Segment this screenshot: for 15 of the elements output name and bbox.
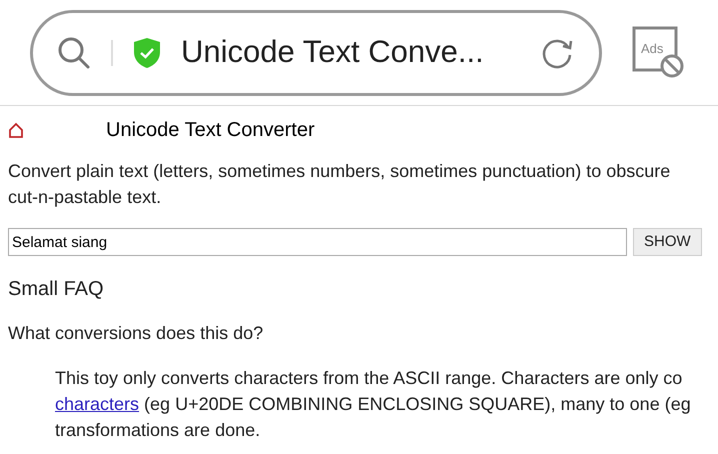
answer-text: (eg U+20DE COMBINING ENCLOSING SQUARE), many to one (eg — [143, 393, 691, 416]
faq-question: What conversions does this do? — [8, 322, 264, 345]
characters-link[interactable]: characters — [55, 391, 140, 417]
home-icon[interactable] — [8, 122, 24, 138]
answer-text: transformations are done. — [55, 419, 260, 442]
intro-text: Convert plain text (letters, sometimes numbers, sometimes punctuation) to obscure — [8, 160, 670, 183]
faq-heading: Small FAQ — [8, 277, 104, 302]
page-heading: Unicode Text Converter — [106, 118, 315, 143]
show-button[interactable]: SHOW — [633, 228, 702, 256]
address-bar[interactable]: Unicode Text Conve... — [30, 10, 602, 96]
intro-text: cut-n-pastable text. — [8, 186, 162, 209]
page-title: Unicode Text Conve... — [181, 33, 484, 72]
search-icon[interactable] — [57, 36, 91, 70]
answer-text: This toy only converts characters from the ASCII range. Characters are only co — [55, 367, 682, 390]
text-input[interactable]: Selamat siang — [8, 228, 627, 256]
